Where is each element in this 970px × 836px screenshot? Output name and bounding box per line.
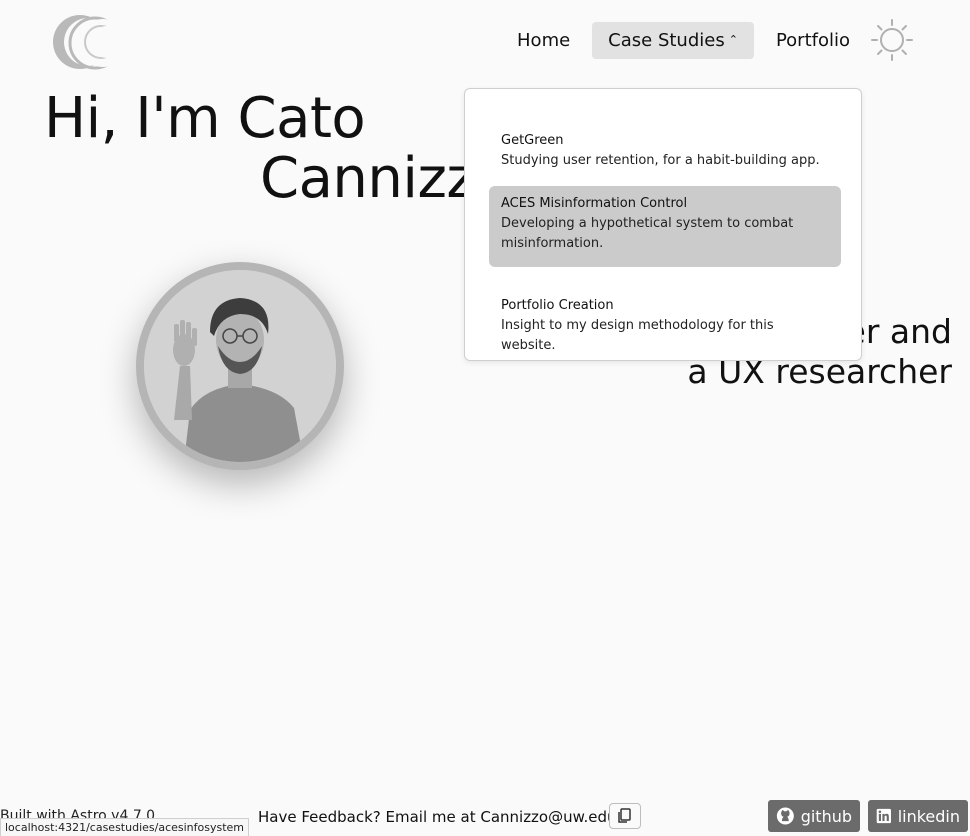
hero-heading-line2: Cannizz (260, 146, 476, 211)
case-studies-dropdown: GetGreen Studying user retention, for a … (464, 88, 862, 361)
sun-icon (871, 19, 913, 61)
copy-icon (618, 808, 631, 823)
dropdown-item-title: ACES Misinformation Control (501, 196, 688, 211)
avatar (136, 262, 344, 470)
linkedin-icon (876, 808, 891, 824)
crescent-logo-icon (53, 15, 127, 70)
person-waving-icon (144, 270, 336, 462)
linkedin-button[interactable]: linkedin (868, 800, 968, 832)
main-nav: Home Case Studies ⌃ Portfolio (507, 22, 860, 59)
github-button[interactable]: github (768, 800, 860, 832)
dropdown-item-title: GetGreen (501, 133, 564, 148)
dropdown-item-description: Developing a hypothetical system to comb… (501, 216, 794, 251)
theme-toggle-button[interactable] (870, 18, 914, 62)
dropdown-item-getgreen[interactable]: GetGreen Studying user retention, for a … (489, 123, 841, 179)
feedback-text: Have Feedback? Email me at Cannizzo@uw.e… (258, 808, 617, 826)
nav-home[interactable]: Home (507, 22, 580, 59)
status-bar-url: localhost:4321/casestudies/acesinfosyste… (0, 818, 250, 836)
github-label: github (800, 806, 852, 826)
avatar-photo (144, 270, 336, 462)
chevron-up-icon: ⌃ (728, 33, 738, 46)
nav-case-studies-label: Case Studies (608, 30, 725, 51)
dropdown-item-description: Studying user retention, for a habit-bui… (501, 153, 820, 168)
linkedin-label: linkedin (897, 806, 960, 826)
dropdown-item-title: Portfolio Creation (501, 298, 614, 313)
nav-portfolio[interactable]: Portfolio (766, 22, 860, 59)
github-icon (776, 807, 794, 825)
site-logo[interactable] (50, 12, 127, 74)
copy-email-button[interactable] (609, 803, 641, 829)
dropdown-item-description: Insight to my design methodology for thi… (501, 318, 774, 353)
dropdown-item-aces[interactable]: ACES Misinformation Control Developing a… (489, 186, 841, 267)
page: Home Case Studies ⌃ Portfolio Hi, I'm Cat… (0, 0, 970, 836)
dropdown-item-portfolio-creation[interactable]: Portfolio Creation Insight to my design … (489, 288, 841, 364)
hero-heading-line1: Hi, I'm Cato (44, 86, 366, 151)
nav-case-studies[interactable]: Case Studies ⌃ (592, 22, 754, 59)
